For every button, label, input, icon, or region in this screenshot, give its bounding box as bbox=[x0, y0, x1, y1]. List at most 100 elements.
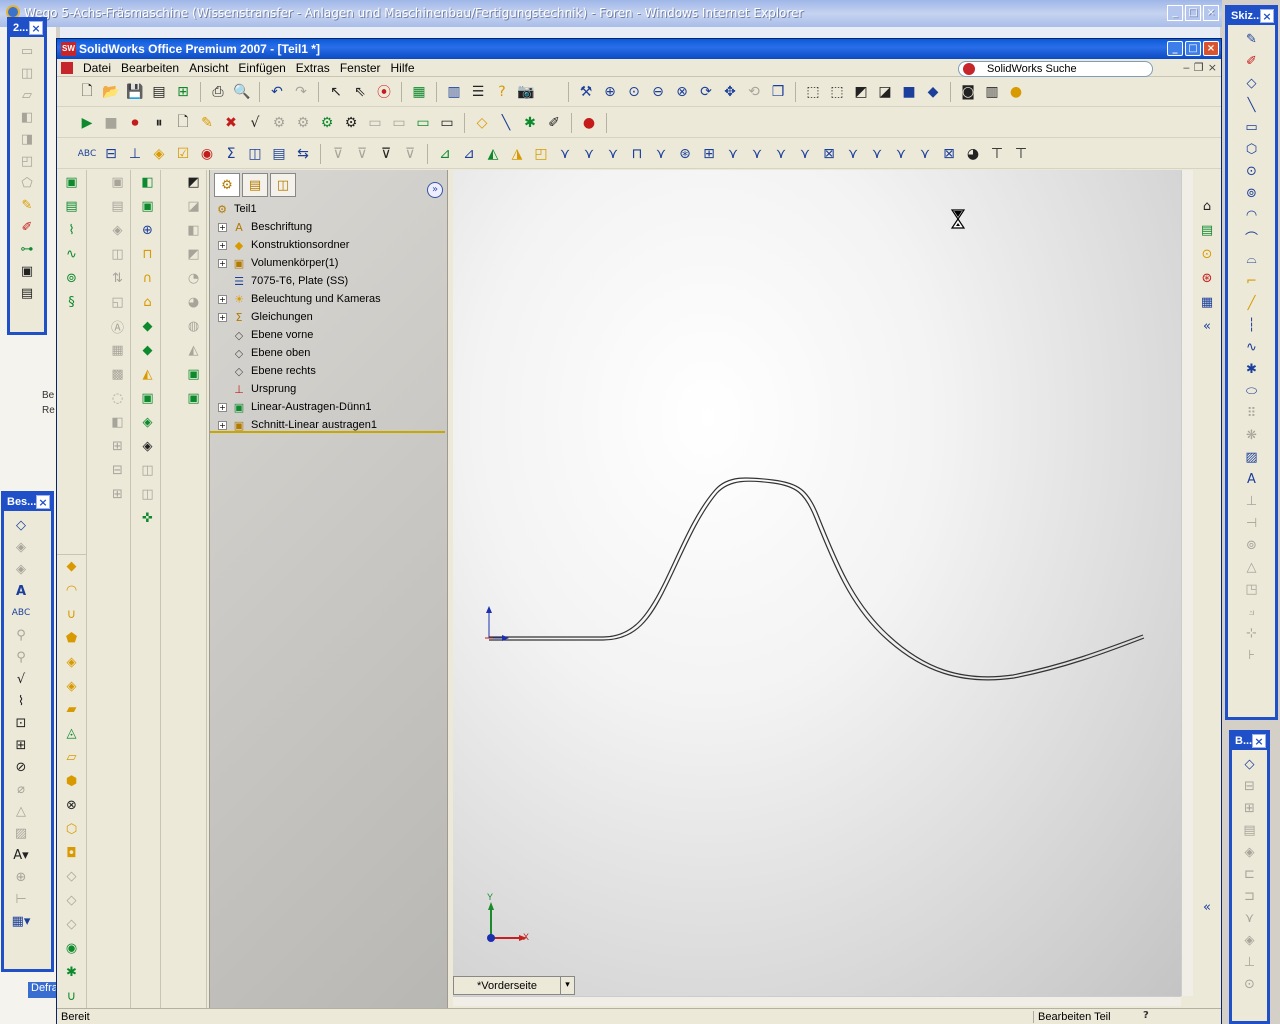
surface7-icon[interactable]: ▰ bbox=[63, 701, 81, 719]
gray-tool-icon[interactable]: ◱ bbox=[109, 293, 127, 311]
expand-plus-icon[interactable]: + bbox=[218, 312, 227, 322]
tree-item[interactable]: ⊥ Ursprung bbox=[212, 380, 447, 398]
record-macro-icon[interactable]: ⏺ bbox=[125, 113, 145, 133]
gray-tool-icon[interactable]: ⊞ bbox=[109, 437, 127, 455]
tree-item[interactable]: + ☀ Beleuchtung und Kameras bbox=[212, 290, 447, 308]
sketch-mode-icon[interactable]: ◇ bbox=[472, 113, 492, 133]
tree-item[interactable]: + Σ Gleichungen bbox=[212, 308, 447, 326]
select-filter-icon[interactable]: ⇖ bbox=[350, 82, 370, 102]
surface19-icon[interactable]: ∪ bbox=[63, 987, 81, 1005]
surface16-icon[interactable]: ◇ bbox=[63, 916, 81, 934]
save-icon[interactable]: 💾 bbox=[125, 82, 145, 102]
surface2-icon[interactable]: ◠ bbox=[63, 582, 81, 600]
cut-icon[interactable]: ◨ bbox=[18, 130, 36, 148]
line-icon[interactable]: ╲ bbox=[1243, 96, 1261, 114]
gray-tool-icon[interactable]: Ⓐ bbox=[109, 317, 127, 336]
part-icon[interactable]: ▣ bbox=[18, 262, 36, 280]
floating-toolbar-title[interactable]: 2... × bbox=[10, 20, 44, 37]
menu-hilfe[interactable]: Hilfe bbox=[386, 61, 420, 75]
measure-icon[interactable]: ⊟ bbox=[101, 144, 121, 164]
gray-tool-icon[interactable]: ◫ bbox=[109, 245, 127, 263]
menu-datei[interactable]: Datei bbox=[78, 61, 116, 75]
note-icon[interactable]: A bbox=[12, 582, 30, 600]
close-icon[interactable]: × bbox=[36, 495, 50, 509]
shaded-solid-icon[interactable]: ◆ bbox=[923, 82, 943, 102]
sel-filter-15-icon[interactable]: ⋎ bbox=[771, 144, 791, 164]
zoom-in-out-icon[interactable]: ⊖ bbox=[648, 82, 668, 102]
sel-filter-17-icon[interactable]: ⊠ bbox=[819, 144, 839, 164]
collapse-bottom-icon[interactable]: « bbox=[1198, 898, 1216, 916]
surface15-icon[interactable]: ◇ bbox=[63, 892, 81, 910]
open-folder-icon[interactable]: 📂 bbox=[101, 82, 121, 102]
reference4-icon[interactable]: ◩ bbox=[185, 245, 203, 263]
sel-filter-18-icon[interactable]: ⋎ bbox=[843, 144, 863, 164]
make-drawing-icon[interactable]: ▤ bbox=[149, 82, 169, 102]
gray-tool-icon[interactable]: ◌ bbox=[109, 389, 127, 407]
sel-filter-3-icon[interactable]: ◭ bbox=[483, 144, 503, 164]
reference5-icon[interactable]: ◔ bbox=[185, 269, 203, 287]
filter-icon[interactable]: ⊽ bbox=[328, 144, 348, 164]
sel-filter-2-icon[interactable]: ⊿ bbox=[459, 144, 479, 164]
sel-filter-10-icon[interactable]: ⋎ bbox=[651, 144, 671, 164]
check-icon[interactable]: ☑ bbox=[173, 144, 193, 164]
area-hatch-icon[interactable]: ▨ bbox=[12, 824, 30, 842]
file-explorer-icon[interactable]: ⊙ bbox=[1198, 245, 1216, 263]
addin5-icon[interactable]: ▭ bbox=[365, 113, 385, 133]
gray-tool-icon[interactable]: ▦ bbox=[109, 341, 127, 359]
wireframe-icon[interactable]: ⬚ bbox=[803, 82, 823, 102]
chamfer-dimension-icon[interactable]: ⊏ bbox=[1241, 865, 1259, 883]
dim-tool4-icon[interactable]: ⊥ bbox=[1241, 953, 1259, 971]
sketch-entity3-icon[interactable]: ⌇ bbox=[63, 221, 81, 239]
reference-icon[interactable]: ◩ bbox=[185, 173, 203, 191]
sel-filter-6-icon[interactable]: ⋎ bbox=[555, 144, 575, 164]
rectangle-icon[interactable]: ▭ bbox=[1243, 118, 1261, 136]
chamfer-icon[interactable]: ⬠ bbox=[18, 174, 36, 192]
surface9-icon[interactable]: ▱ bbox=[63, 749, 81, 767]
extrude-icon[interactable]: ▭ bbox=[18, 42, 36, 60]
mass-properties-icon[interactable]: ⊥ bbox=[125, 144, 145, 164]
floating-toolbar-title[interactable]: Bes... × bbox=[4, 494, 51, 511]
run-macro-icon[interactable]: ▶ bbox=[77, 113, 97, 133]
perimeter-circle-icon[interactable]: ⊚ bbox=[1243, 184, 1261, 202]
make-assembly-icon[interactable]: ⊞ bbox=[173, 82, 193, 102]
ie-close-button[interactable]: × bbox=[1203, 5, 1219, 21]
vertical-dimension-icon[interactable]: ⊞ bbox=[1241, 799, 1259, 817]
scale-icon[interactable]: ⊹ bbox=[1243, 624, 1261, 642]
lofted-icon[interactable]: ⊓ bbox=[139, 245, 157, 263]
rib-icon[interactable]: ◆ bbox=[139, 341, 157, 359]
doc-restore-button[interactable]: ❐ bbox=[1194, 61, 1204, 74]
addin2-icon[interactable]: ⚙ bbox=[293, 113, 313, 133]
surface18-icon[interactable]: ✱ bbox=[63, 963, 81, 981]
sel-filter-24-icon[interactable]: ⊤ bbox=[987, 144, 1007, 164]
surface6-icon[interactable]: ◈ bbox=[63, 677, 81, 695]
smart-dimension-icon[interactable]: ✐ bbox=[18, 218, 36, 236]
macro-custom-icon[interactable]: √ bbox=[245, 113, 265, 133]
fillet-icon[interactable]: ◰ bbox=[18, 152, 36, 170]
menu-extras[interactable]: Extras bbox=[291, 61, 335, 75]
tree-item[interactable]: ◇ Ebene oben bbox=[212, 344, 447, 362]
stop-macro-icon[interactable]: ■ bbox=[101, 113, 121, 133]
ordinate-dimension-icon[interactable]: ◈ bbox=[1241, 843, 1259, 861]
hidden-lines-visible-icon[interactable]: ⬚ bbox=[827, 82, 847, 102]
properties-icon[interactable]: ☰ bbox=[468, 82, 488, 102]
view-tab[interactable]: *Vorderseite ▾ bbox=[453, 976, 575, 995]
centerline-icon[interactable]: ⊢ bbox=[12, 890, 30, 908]
sketch-fillet-icon[interactable]: ⌐ bbox=[1243, 272, 1261, 290]
deform-icon[interactable]: ◈ bbox=[139, 437, 157, 455]
block-icon[interactable]: A▾ bbox=[12, 846, 30, 864]
surface12-icon[interactable]: ⬡ bbox=[63, 820, 81, 838]
search-results-icon[interactable]: ⊛ bbox=[1198, 269, 1216, 287]
tag-icon[interactable]: ◈ bbox=[12, 538, 30, 556]
undo-icon[interactable]: ↶ bbox=[267, 82, 287, 102]
reference9-icon[interactable]: ▣ bbox=[185, 365, 203, 383]
maximize-button[interactable]: □ bbox=[1185, 41, 1201, 56]
view-layout-icon[interactable]: ▥ bbox=[444, 82, 464, 102]
edit-sketch-icon[interactable]: ✐ bbox=[544, 113, 564, 133]
trim-icon[interactable]: ⊣ bbox=[1243, 514, 1261, 532]
expand-plus-icon[interactable]: + bbox=[218, 294, 227, 304]
smart-dimension-icon[interactable]: ◇ bbox=[1241, 755, 1259, 773]
linear-pattern-icon[interactable]: ⠿ bbox=[1243, 404, 1261, 422]
reference6-icon[interactable]: ◕ bbox=[185, 293, 203, 311]
revision-symbol-icon[interactable]: △ bbox=[12, 802, 30, 820]
gray-tool-icon[interactable]: ▤ bbox=[109, 197, 127, 215]
